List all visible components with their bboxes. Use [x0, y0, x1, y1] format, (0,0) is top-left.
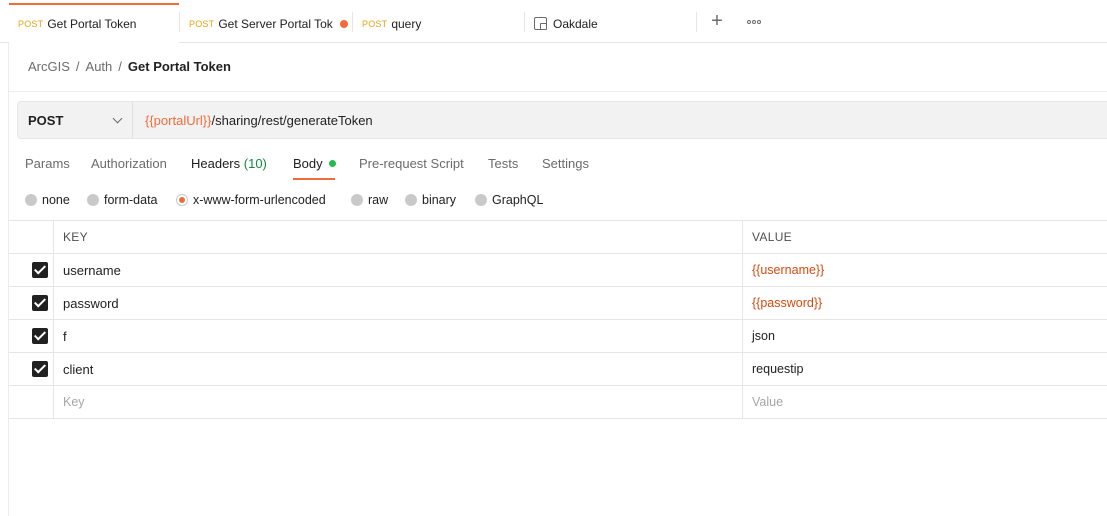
tab-bar: POST Get Portal Token POST Get Server Po…	[0, 0, 1107, 43]
body-params-table: KEY VALUE username {{username}} password…	[9, 220, 1107, 419]
url-path: /sharing/rest/generateToken	[211, 112, 373, 128]
radio-circle	[176, 194, 188, 206]
key-field[interactable]: password	[63, 287, 119, 319]
table-row: username {{username}}	[9, 254, 1107, 287]
tab-method-label: POST	[189, 18, 215, 29]
column-divider	[742, 320, 743, 352]
row-enabled-checkbox[interactable]	[32, 262, 48, 278]
radio-raw[interactable]: raw	[351, 193, 388, 207]
tab-headers-label: Headers	[191, 156, 241, 171]
radio-label: GraphQL	[492, 193, 544, 207]
row-enabled-checkbox[interactable]	[32, 328, 48, 344]
key-field[interactable]: username	[63, 254, 121, 286]
radio-label: none	[42, 193, 70, 207]
radio-circle	[87, 194, 99, 206]
value-field[interactable]: {{password}}	[752, 287, 822, 319]
radio-circle	[25, 194, 37, 206]
value-field[interactable]: json	[752, 320, 775, 352]
column-divider	[742, 353, 743, 385]
tab-get-server-portal-token[interactable]: POST Get Server Portal Tok	[180, 4, 352, 43]
tab-get-portal-token[interactable]: POST Get Portal Token	[9, 3, 179, 43]
tab-headers[interactable]: Headers (10)	[191, 156, 267, 171]
radio-circle	[475, 194, 487, 206]
tab-query[interactable]: POST query	[353, 4, 524, 43]
column-divider	[742, 254, 743, 286]
tab-separator	[696, 12, 697, 32]
radio-circle	[351, 194, 363, 206]
key-field[interactable]: client	[63, 353, 93, 385]
tab-pre-request-script[interactable]: Pre-request Script	[359, 156, 464, 171]
method-value: POST	[28, 112, 64, 128]
tab-settings[interactable]: Settings	[542, 156, 589, 171]
active-tab-indicator	[293, 178, 335, 180]
radio-label: raw	[368, 193, 389, 207]
tab-oakdale[interactable]: Oakdale	[525, 4, 696, 43]
radio-binary[interactable]: binary	[405, 193, 456, 207]
tab-method-label: POST	[18, 19, 44, 29]
table-row-new: Key Value	[9, 386, 1107, 419]
breadcrumb: ArcGIS / Auth / Get Portal Token	[28, 59, 231, 74]
tab-title: Oakdale	[553, 16, 598, 31]
tab-body[interactable]: Body	[293, 156, 336, 171]
table-row: f json	[9, 320, 1107, 353]
key-column-header: KEY	[63, 230, 88, 244]
tab-body-label: Body	[293, 156, 323, 171]
tab-params[interactable]: Params	[25, 156, 70, 171]
column-divider	[742, 221, 743, 253]
more-options-icon[interactable]	[744, 12, 764, 32]
radio-form-data[interactable]: form-data	[87, 193, 158, 207]
column-divider	[53, 287, 54, 319]
radio-circle	[405, 194, 417, 206]
chevron-down-icon	[112, 113, 123, 124]
breadcrumb-separator: /	[75, 59, 80, 74]
radio-none[interactable]: none	[25, 193, 70, 207]
radio-graphql[interactable]: GraphQL	[475, 193, 543, 207]
row-enabled-checkbox[interactable]	[32, 361, 48, 377]
url-input[interactable]: {{portalUrl}}/sharing/rest/generateToken	[145, 102, 373, 138]
column-divider	[53, 386, 54, 418]
column-divider	[53, 221, 54, 253]
method-select[interactable]: POST	[18, 102, 133, 138]
header-divider	[9, 91, 1107, 92]
radio-label: form-data	[104, 193, 158, 207]
column-divider	[53, 353, 54, 385]
tab-title: query	[391, 16, 422, 31]
plus-icon[interactable]: +	[707, 11, 727, 32]
table-row: password {{password}}	[9, 287, 1107, 320]
breadcrumb-item-arcgis[interactable]: ArcGIS	[28, 59, 70, 74]
breadcrumb-item-auth[interactable]: Auth	[86, 59, 113, 74]
radio-x-www-form-urlencoded[interactable]: x-www-form-urlencoded	[176, 193, 326, 207]
value-field[interactable]: {{username}}	[752, 254, 824, 286]
tab-title: Get Portal Token	[47, 17, 137, 31]
tab-tests[interactable]: Tests	[488, 156, 518, 171]
column-divider	[53, 254, 54, 286]
column-divider	[742, 287, 743, 319]
value-column-header: VALUE	[752, 230, 792, 244]
table-header-row: KEY VALUE	[9, 220, 1107, 254]
unsaved-changes-dot	[339, 19, 348, 28]
new-value-input[interactable]: Value	[752, 386, 783, 418]
column-divider	[742, 386, 743, 418]
column-divider	[53, 320, 54, 352]
tab-title: Get Server Portal Tok	[218, 16, 333, 31]
url-variable: {{portalUrl}}	[145, 112, 212, 128]
row-enabled-checkbox[interactable]	[32, 295, 48, 311]
url-bar: POST {{portalUrl}}/sharing/rest/generate…	[17, 101, 1107, 139]
body-active-dot	[328, 160, 336, 168]
value-field[interactable]: requestip	[752, 353, 803, 385]
tab-authorization[interactable]: Authorization	[91, 156, 167, 171]
request-name[interactable]: Get Portal Token	[128, 59, 231, 74]
radio-label: x-www-form-urlencoded	[193, 193, 326, 207]
new-key-input[interactable]: Key	[63, 386, 85, 418]
tab-method-label: POST	[362, 18, 388, 29]
environment-icon	[534, 17, 547, 30]
breadcrumb-separator: /	[118, 59, 122, 74]
table-row: client requestip	[9, 353, 1107, 386]
headers-count: (10)	[243, 156, 267, 171]
radio-label: binary	[422, 193, 457, 207]
key-field[interactable]: f	[63, 320, 67, 352]
